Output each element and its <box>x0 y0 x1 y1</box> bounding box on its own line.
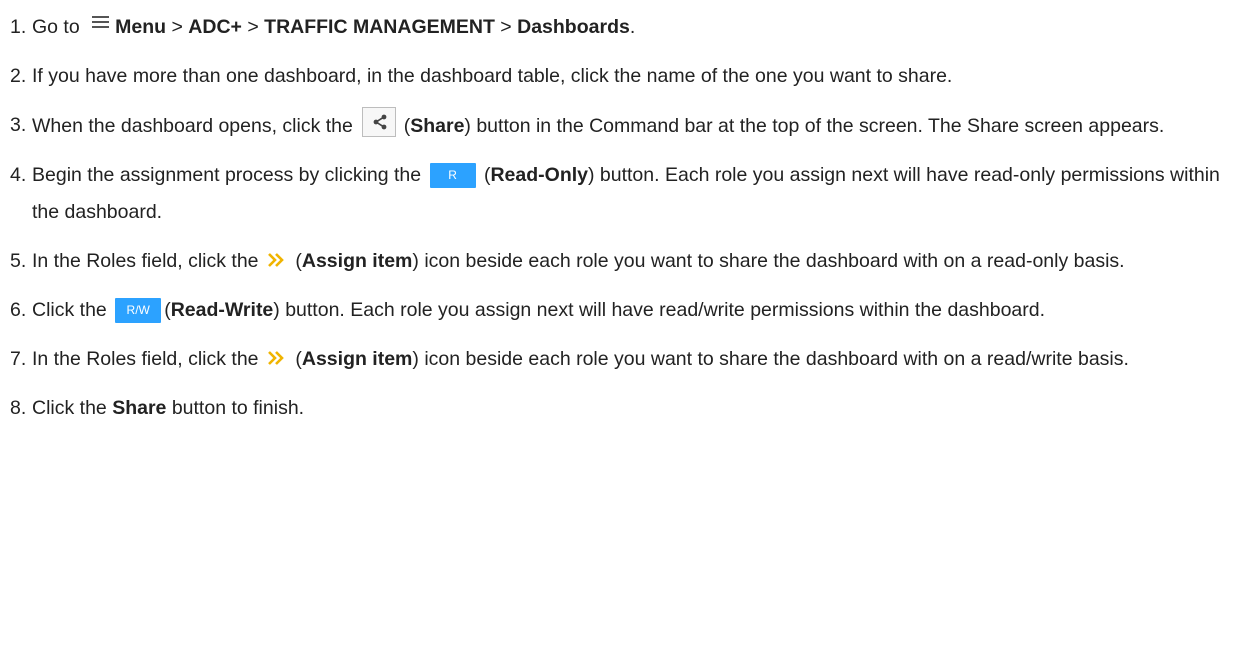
share-icon <box>362 107 397 137</box>
step-text: If you have more than one dashboard, in … <box>32 65 953 87</box>
assign-item-label: Assign item <box>301 250 413 272</box>
double-chevron-right-icon <box>268 351 284 365</box>
step-number: 4. <box>10 164 27 186</box>
step-number: 1. <box>10 16 27 38</box>
instructions-document: 1. Go to Menu > ADC+ > TRAFFIC MANAGEMEN… <box>0 0 1256 669</box>
step-number: 8. <box>10 397 27 419</box>
read-write-label: Read-Write <box>170 299 274 321</box>
step-list: 1. Go to Menu > ADC+ > TRAFFIC MANAGEMEN… <box>10 9 1250 439</box>
step-7: 7. In the Roles field, click the (Assign… <box>10 341 1250 378</box>
step-3: 3. When the dashboard opens, click the (… <box>10 107 1250 145</box>
step-1: 1. Go to Menu > ADC+ > TRAFFIC MANAGEMEN… <box>10 9 1250 46</box>
assign-item-label: Assign item <box>301 348 413 370</box>
share-label: Share <box>112 397 167 419</box>
menu-label: Menu <box>115 16 167 38</box>
read-only-button-image: R <box>429 163 476 188</box>
step-5: 5. In the Roles field, click the (Assign… <box>10 243 1250 280</box>
step-number: 5. <box>10 250 27 272</box>
adc-label: ADC+ <box>188 16 242 38</box>
read-write-button-image: R/W <box>115 298 162 323</box>
step-number: 2. <box>10 65 27 87</box>
traffic-management-label: TRAFFIC MANAGEMENT <box>264 16 495 38</box>
step-number: 7. <box>10 348 27 370</box>
hamburger-menu-icon <box>91 16 113 32</box>
step-number: 6. <box>10 299 27 321</box>
step-6: 6. Click the R/W (Read-Write) button. Eac… <box>10 292 1250 329</box>
double-chevron-right-icon <box>268 253 284 267</box>
step-2: 2. If you have more than one dashboard, … <box>10 58 1250 95</box>
dashboards-label: Dashboards <box>517 16 630 38</box>
step-number: 3. <box>10 114 27 136</box>
step-8: 8. Click the Share button to finish. <box>10 390 1250 427</box>
step-4: 4. Begin the assignment process by click… <box>10 157 1250 231</box>
read-only-label: Read-Only <box>490 164 588 186</box>
share-label: Share <box>410 115 465 137</box>
